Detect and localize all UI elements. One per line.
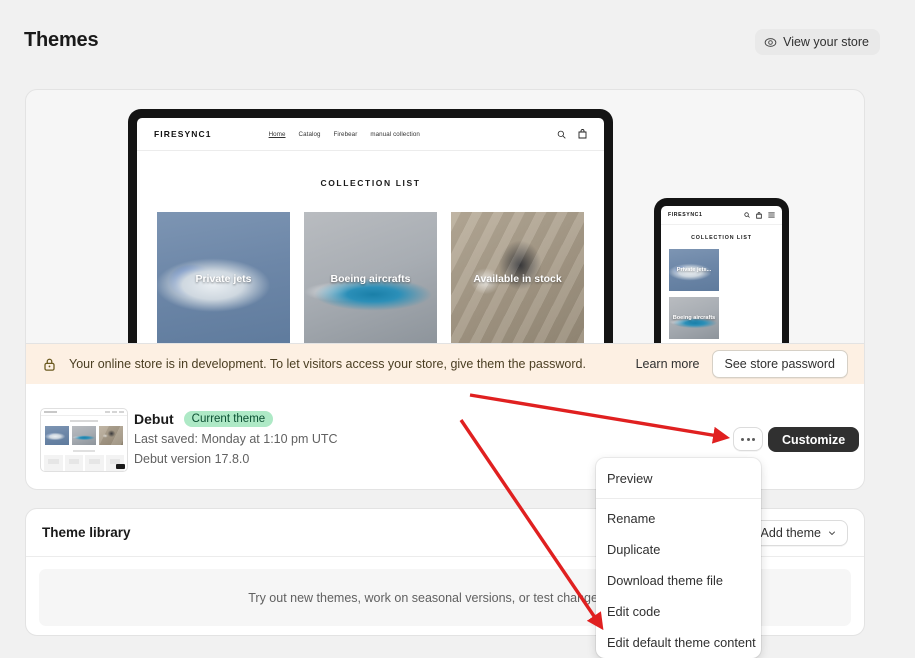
nav-link-home[interactable]: Home bbox=[269, 131, 286, 138]
page-title: Themes bbox=[24, 29, 99, 51]
menu-divider bbox=[596, 498, 761, 499]
more-horizontal-icon[interactable] bbox=[733, 427, 763, 451]
menu-item-edit-default-theme-content[interactable]: Edit default theme content bbox=[596, 627, 761, 658]
nav-link-firebear[interactable]: Firebear bbox=[334, 131, 358, 138]
eye-icon bbox=[764, 36, 777, 49]
development-banner-actions: Learn more See store password bbox=[636, 350, 848, 378]
storefront-nav-icons bbox=[557, 129, 587, 139]
mobile-preview-frame: FIRESYNC1 COLLECTION LIST Private jets..… bbox=[654, 198, 789, 343]
storefront-mobile-icons bbox=[744, 211, 775, 219]
theme-name: Debut bbox=[134, 411, 174, 427]
search-icon bbox=[744, 212, 750, 218]
customize-button[interactable]: Customize bbox=[768, 427, 860, 452]
learn-more-link[interactable]: Learn more bbox=[636, 357, 700, 371]
collection-label: Boeing aircrafts bbox=[672, 314, 716, 321]
collection-label: Private jets... bbox=[676, 266, 712, 273]
collection-tile[interactable]: Boeing aircrafts bbox=[669, 297, 719, 339]
theme-actions-dropdown: Preview Rename Duplicate Download theme … bbox=[596, 458, 761, 658]
hamburger-icon bbox=[768, 212, 775, 218]
menu-item-edit-code[interactable]: Edit code bbox=[596, 596, 761, 627]
theme-last-saved: Last saved: Monday at 1:10 pm UTC bbox=[134, 432, 338, 446]
theme-name-row: Debut Current theme bbox=[134, 411, 274, 427]
collection-tile[interactable]: Private jets bbox=[157, 212, 290, 343]
collection-tile[interactable]: Available in stock bbox=[451, 212, 584, 343]
cart-icon bbox=[578, 129, 587, 139]
search-icon bbox=[557, 130, 566, 139]
menu-item-duplicate[interactable]: Duplicate bbox=[596, 534, 761, 565]
theme-library-title: Theme library bbox=[42, 525, 131, 540]
nav-link-catalog[interactable]: Catalog bbox=[299, 131, 321, 138]
theme-preview-card: FIRESYNC1 Home Catalog Firebear manual c… bbox=[25, 89, 865, 344]
storefront-mobile-nav: FIRESYNC1 bbox=[661, 206, 782, 225]
nav-link-manual-collection[interactable]: manual collection bbox=[370, 131, 420, 138]
see-store-password-button[interactable]: See store password bbox=[711, 350, 848, 378]
status-badge: Current theme bbox=[183, 411, 274, 427]
view-your-store-button[interactable]: View your store bbox=[755, 29, 880, 55]
cart-icon bbox=[756, 211, 762, 219]
collection-tile[interactable]: Boeing aircrafts bbox=[304, 212, 437, 343]
storefront-logo: FIRESYNC1 bbox=[154, 129, 212, 139]
storefront-desktop-nav: FIRESYNC1 Home Catalog Firebear manual c… bbox=[137, 118, 604, 151]
development-banner-message: Your online store is in development. To … bbox=[69, 357, 586, 371]
desktop-preview-frame: FIRESYNC1 Home Catalog Firebear manual c… bbox=[128, 109, 613, 343]
collection-label: Available in stock bbox=[473, 272, 562, 285]
menu-item-rename[interactable]: Rename bbox=[596, 503, 761, 534]
storefront-mobile-collection-grid: Private jets... Boeing aircrafts Availab… bbox=[661, 241, 782, 343]
menu-item-download-theme-file[interactable]: Download theme file bbox=[596, 565, 761, 596]
storefront-section-title: COLLECTION LIST bbox=[320, 178, 421, 188]
theme-thumbnail bbox=[40, 408, 128, 472]
theme-version: Debut version 17.8.0 bbox=[134, 452, 250, 466]
desktop-preview-screen: FIRESYNC1 Home Catalog Firebear manual c… bbox=[137, 118, 604, 343]
collection-label: Private jets bbox=[195, 272, 252, 285]
add-theme-button[interactable]: Add theme bbox=[749, 519, 848, 546]
mobile-preview-screen: FIRESYNC1 COLLECTION LIST Private jets..… bbox=[661, 206, 782, 343]
themes-page: Themes View your store FIRESYNC1 Home Ca… bbox=[0, 0, 915, 658]
page-header: Themes View your store bbox=[0, 0, 915, 86]
chevron-down-icon bbox=[827, 528, 837, 538]
development-store-banner: Your online store is in development. To … bbox=[25, 344, 865, 384]
lock-icon bbox=[42, 357, 57, 372]
storefront-collection-tiles: Private jets Boeing aircrafts Available … bbox=[137, 212, 604, 343]
storefront-mobile-logo: FIRESYNC1 bbox=[668, 212, 703, 218]
collection-label: Boeing aircrafts bbox=[330, 272, 411, 285]
menu-item-preview[interactable]: Preview bbox=[596, 463, 761, 494]
storefront-nav-links: Home Catalog Firebear manual collection bbox=[269, 131, 420, 138]
add-theme-label: Add theme bbox=[760, 525, 821, 540]
collection-tile[interactable]: Private jets... bbox=[669, 249, 719, 291]
view-your-store-label: View your store bbox=[783, 35, 869, 49]
